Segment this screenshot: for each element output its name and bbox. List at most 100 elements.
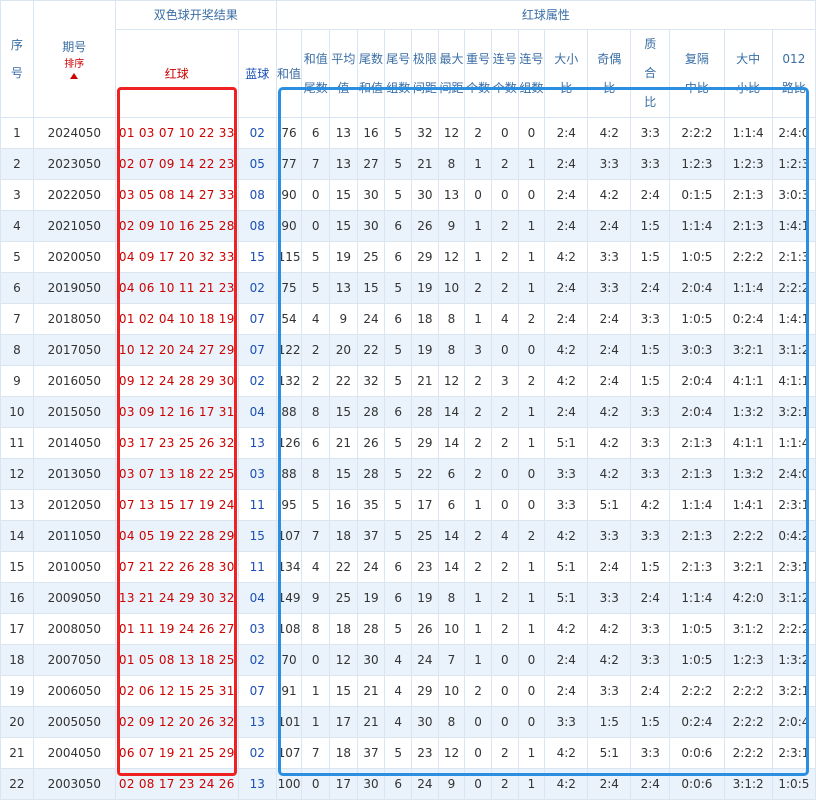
row-attr-12: 1:5 bbox=[630, 551, 671, 583]
row-attr-8: 0 bbox=[490, 644, 519, 676]
row-attr-9: 0 bbox=[517, 458, 546, 490]
row-seq: 19 bbox=[0, 675, 34, 707]
row-period: 2016050 bbox=[32, 365, 116, 397]
row-attr-11: 5:1 bbox=[587, 489, 632, 521]
row-period: 2009050 bbox=[32, 582, 116, 614]
row-attr-1: 6 bbox=[301, 117, 331, 149]
row-attr-14: 1:1:4 bbox=[723, 117, 773, 149]
row-attr-8: 0 bbox=[490, 489, 519, 521]
row-attr-4: 5 bbox=[384, 613, 413, 645]
row-attr-15: 2:4:0 bbox=[771, 117, 816, 149]
row-attr-12: 3:3 bbox=[630, 737, 671, 769]
row-attr-3: 30 bbox=[356, 768, 386, 800]
row-period: 2012050 bbox=[32, 489, 116, 521]
row-blue-ball: 08 bbox=[237, 179, 277, 211]
row-attr-14: 1:3:2 bbox=[723, 396, 773, 428]
row-attr-7: 2 bbox=[464, 458, 492, 490]
col-attr-2: 平均值 bbox=[329, 29, 358, 118]
table-row: 12 2013050 03 07 13 18 22 25 03 88 8 15 28 5 22 6 2… bbox=[0, 458, 816, 490]
row-attr-4: 6 bbox=[384, 551, 413, 583]
row-attr-9: 0 bbox=[517, 179, 546, 211]
row-attr-13: 2:0:4 bbox=[669, 396, 725, 428]
row-attr-2: 21 bbox=[329, 427, 358, 459]
row-attr-3: 37 bbox=[356, 737, 386, 769]
row-attr-6: 6 bbox=[437, 489, 466, 521]
row-attr-3: 26 bbox=[356, 427, 386, 459]
table-row: 20 2005050 02 09 12 20 26 32 13 101 1 17 21 4 30 8… bbox=[0, 706, 816, 738]
row-attr-6: 12 bbox=[437, 365, 466, 397]
row-attr-13: 1:1:4 bbox=[669, 210, 725, 242]
row-attr-15: 2:4:0 bbox=[771, 458, 816, 490]
row-attr-0: 91 bbox=[275, 675, 303, 707]
row-attr-1: 2 bbox=[301, 365, 331, 397]
row-blue-ball: 02 bbox=[237, 117, 277, 149]
row-attr-4: 5 bbox=[384, 427, 413, 459]
row-attr-1: 1 bbox=[301, 675, 331, 707]
row-attr-7: 0 bbox=[464, 179, 492, 211]
row-attr-8: 0 bbox=[490, 334, 519, 366]
row-red-balls: 13 21 24 29 30 32 bbox=[114, 582, 239, 614]
row-red-balls: 07 13 15 17 19 24 bbox=[114, 489, 239, 521]
row-attr-6: 8 bbox=[437, 334, 466, 366]
row-attr-6: 10 bbox=[437, 272, 466, 304]
row-attr-12: 2:4 bbox=[630, 582, 671, 614]
row-attr-13: 2:1:3 bbox=[669, 427, 725, 459]
row-period: 2022050 bbox=[32, 179, 116, 211]
row-red-balls: 02 09 10 16 25 28 bbox=[114, 210, 239, 242]
row-attr-14: 1:2:3 bbox=[723, 644, 773, 676]
row-attr-15: 1:1:4 bbox=[771, 427, 816, 459]
row-blue-ball: 15 bbox=[237, 241, 277, 273]
row-red-balls: 01 02 04 10 18 19 bbox=[114, 303, 239, 335]
row-attr-2: 12 bbox=[329, 644, 358, 676]
row-attr-7: 1 bbox=[464, 489, 492, 521]
sort-button[interactable]: 排序 bbox=[64, 58, 84, 79]
row-blue-ball: 05 bbox=[237, 148, 277, 180]
row-attr-5: 24 bbox=[411, 768, 439, 800]
row-attr-9: 1 bbox=[517, 582, 546, 614]
row-attr-15: 3:2:1 bbox=[771, 675, 816, 707]
row-attr-2: 20 bbox=[329, 334, 358, 366]
row-blue-ball: 15 bbox=[237, 520, 277, 552]
table-row: 19 2006050 02 06 12 15 25 31 07 91 1 15 21 4 29 10… bbox=[0, 675, 816, 707]
row-attr-3: 25 bbox=[356, 241, 386, 273]
row-attr-7: 2 bbox=[464, 520, 492, 552]
row-attr-12: 1:5 bbox=[630, 210, 671, 242]
row-attr-14: 0:2:4 bbox=[723, 303, 773, 335]
row-attr-9: 2 bbox=[517, 303, 546, 335]
row-attr-1: 0 bbox=[301, 210, 331, 242]
row-attr-5: 26 bbox=[411, 613, 439, 645]
row-blue-ball: 13 bbox=[237, 706, 277, 738]
table-row: 7 2018050 01 02 04 10 18 19 07 54 4 9 24 6 18 8 1 4 2… bbox=[0, 303, 816, 335]
row-attr-5: 32 bbox=[411, 117, 439, 149]
row-attr-12: 1:5 bbox=[630, 241, 671, 273]
row-attr-14: 3:2:1 bbox=[723, 334, 773, 366]
row-blue-ball: 07 bbox=[237, 334, 277, 366]
table-row: 1 2024050 01 03 07 10 22 33 02 76 6 13 16 5 32 12 2… bbox=[0, 117, 816, 149]
col-attr-3: 尾数和值 bbox=[356, 29, 386, 118]
row-blue-ball: 04 bbox=[237, 396, 277, 428]
row-attr-1: 7 bbox=[301, 520, 331, 552]
row-seq: 2 bbox=[0, 148, 34, 180]
table-row: 11 2014050 03 17 23 25 26 32 13 126 6 21 26 5 29 1… bbox=[0, 427, 816, 459]
row-attr-0: 75 bbox=[275, 272, 303, 304]
row-seq: 7 bbox=[0, 303, 34, 335]
row-attr-8: 2 bbox=[490, 148, 519, 180]
row-attr-5: 19 bbox=[411, 334, 439, 366]
row-attr-13: 2:1:3 bbox=[669, 520, 725, 552]
row-attr-6: 13 bbox=[437, 179, 466, 211]
col-attr-5: 极限间距 bbox=[411, 29, 439, 118]
table-row: 22 2003050 02 08 17 23 24 26 13 100 0 17 30 6 24 9… bbox=[0, 768, 816, 800]
row-attr-14: 1:3:2 bbox=[723, 458, 773, 490]
row-attr-5: 23 bbox=[411, 737, 439, 769]
row-attr-1: 4 bbox=[301, 303, 331, 335]
row-red-balls: 04 06 10 11 21 23 bbox=[114, 272, 239, 304]
row-attr-13: 2:2:2 bbox=[669, 675, 725, 707]
col-attr-10: 大小比 bbox=[544, 29, 589, 118]
row-seq: 1 bbox=[0, 117, 34, 149]
row-attr-10: 2:4 bbox=[544, 117, 589, 149]
row-attr-2: 15 bbox=[329, 396, 358, 428]
table-row: 10 2015050 03 09 12 16 17 31 04 88 8 15 28 6 28 14… bbox=[0, 396, 816, 428]
row-attr-13: 2:0:4 bbox=[669, 272, 725, 304]
row-attr-15: 4:1:1 bbox=[771, 365, 816, 397]
row-attr-11: 3:3 bbox=[587, 582, 632, 614]
